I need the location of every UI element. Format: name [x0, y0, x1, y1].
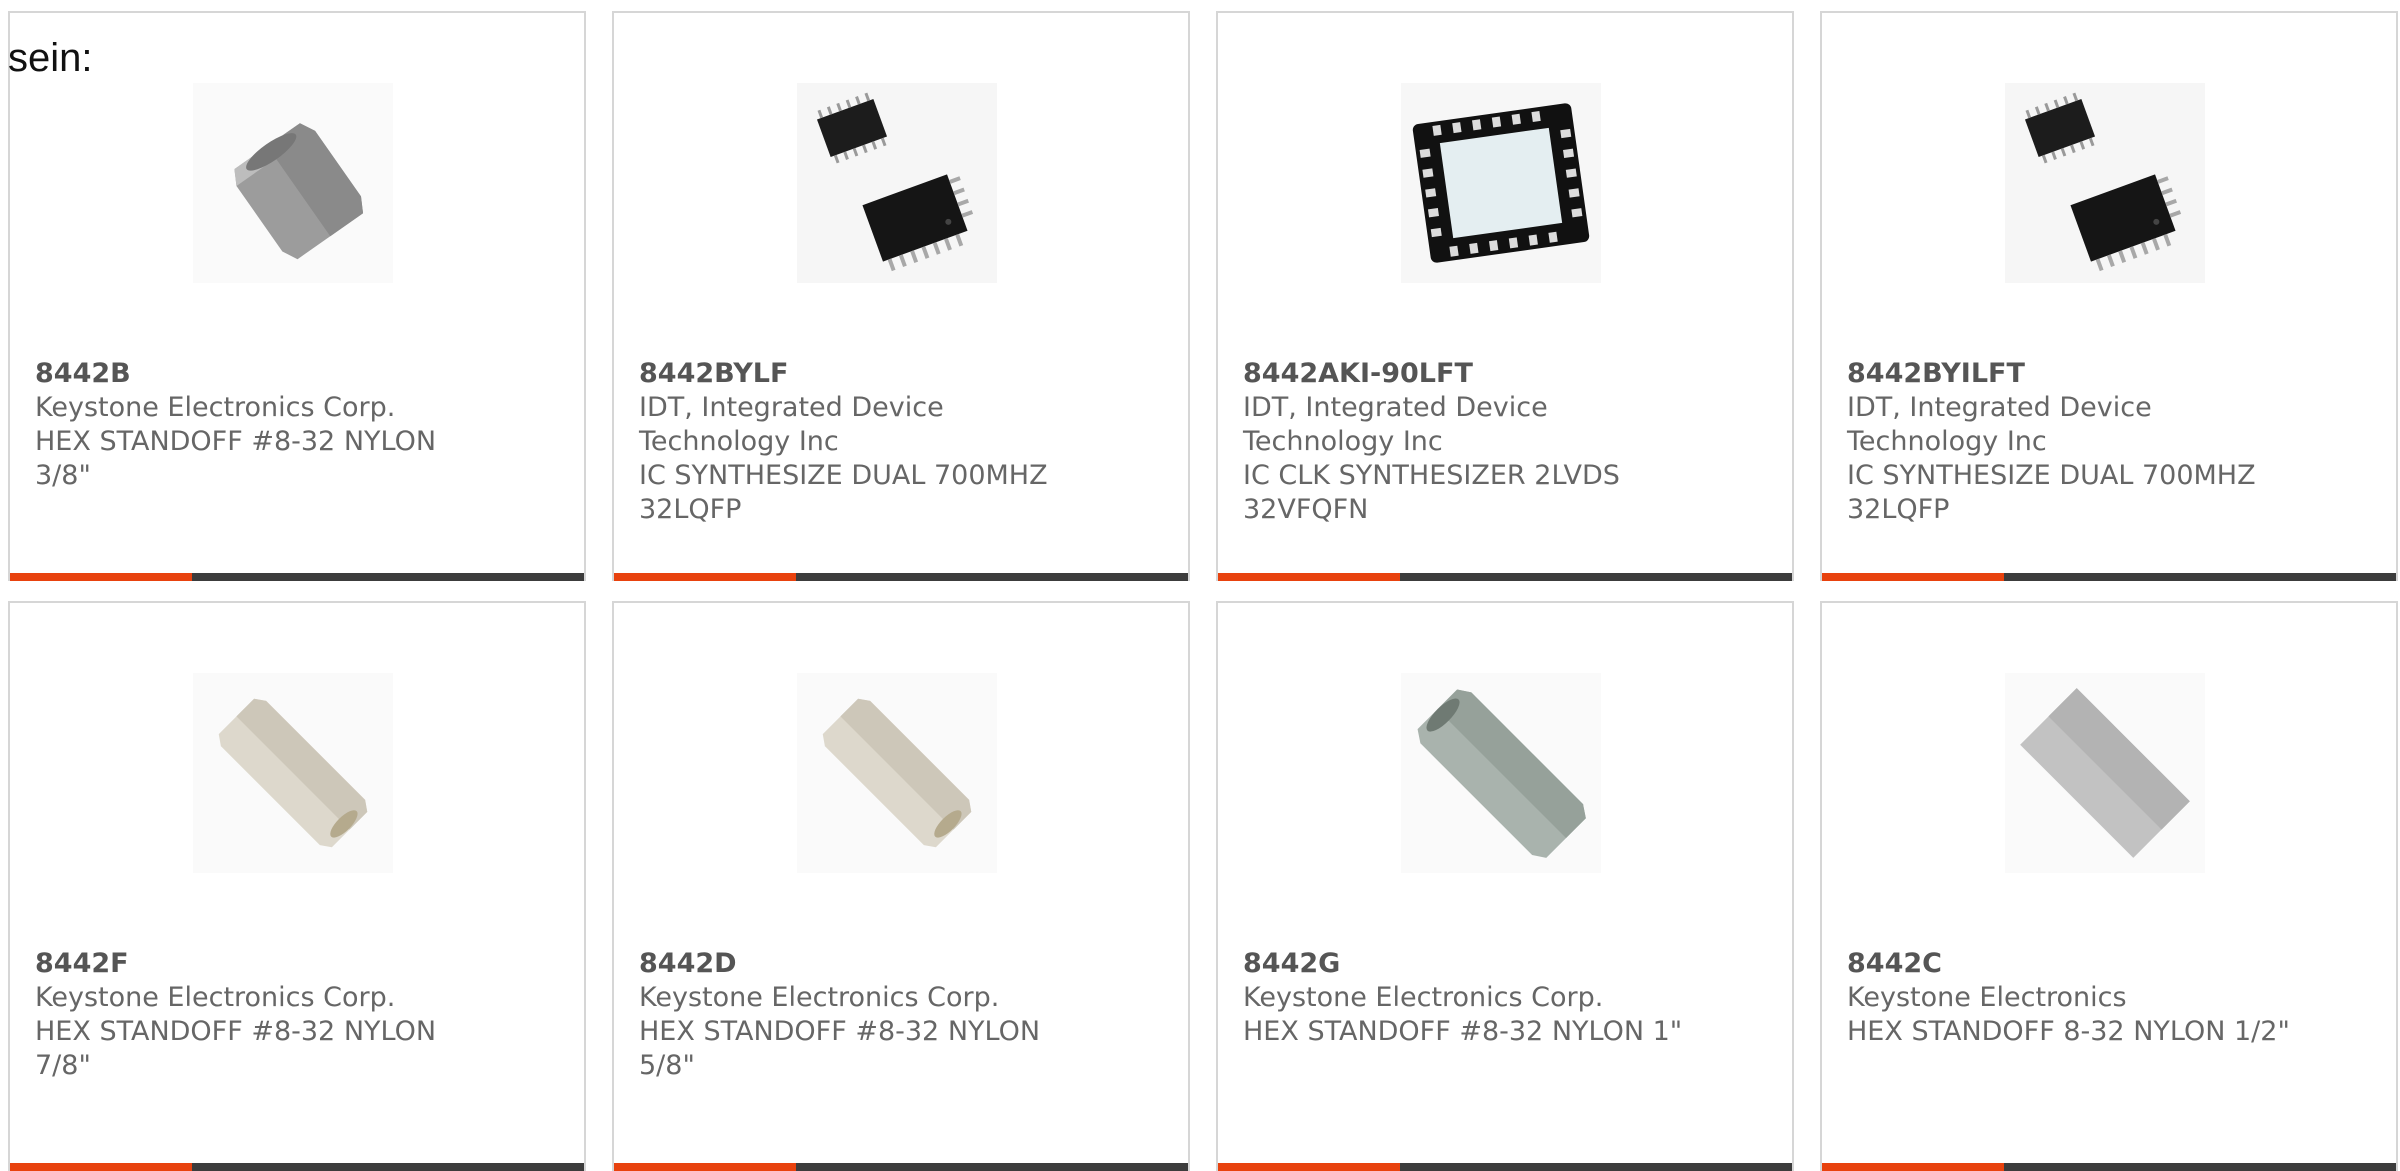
product-description-line: 3/8" — [35, 460, 91, 491]
bar-accent-segment — [10, 1163, 192, 1171]
manufacturer-name: IDT, Integrated Device — [639, 392, 944, 423]
manufacturer-name: Keystone Electronics Corp. — [639, 982, 1000, 1013]
product-description-line: HEX STANDOFF #8-32 NYLON 1" — [1243, 1016, 1683, 1047]
card-footer-bar — [1822, 1163, 2396, 1171]
product-description-line: HEX STANDOFF 8-32 NYLON 1/2" — [1847, 1016, 2290, 1047]
manufacturer-name: Keystone Electronics — [1847, 982, 2127, 1013]
part-number-link[interactable]: 8442B — [35, 357, 535, 391]
card-footer-bar — [10, 573, 584, 581]
white-hex-standoff-icon[interactable] — [797, 673, 997, 873]
bar-dark-segment — [2004, 573, 2396, 581]
bar-dark-segment — [192, 1163, 584, 1171]
bar-accent-segment — [1822, 573, 2004, 581]
gray-hex-standoff-short-icon[interactable] — [193, 83, 393, 283]
part-number-link[interactable]: 8442F — [35, 947, 535, 981]
product-description-line: Technology Inc — [1243, 426, 1443, 457]
card-footer-bar — [614, 573, 1188, 581]
product-description-line: 32LQFP — [1847, 494, 1950, 525]
product-description-line: 5/8" — [639, 1050, 695, 1081]
manufacturer-name: Keystone Electronics Corp. — [1243, 982, 1604, 1013]
product-description-line: HEX STANDOFF #8-32 NYLON — [35, 426, 437, 457]
product-card[interactable]: 8442AKI-90LFT IDT, Integrated Device Techn… — [1216, 11, 1794, 581]
bar-accent-segment — [1218, 573, 1400, 581]
bar-accent-segment — [1218, 1163, 1400, 1171]
card-footer-bar — [614, 1163, 1188, 1171]
product-card[interactable]: 8442BYILFT IDT, Integrated Device Technolo… — [1820, 11, 2398, 581]
product-info: 8442BYILFT IDT, Integrated Device Technolo… — [1847, 357, 2347, 527]
part-number-link[interactable]: 8442D — [639, 947, 1139, 981]
vfqfn-chip-icon[interactable] — [1401, 83, 1601, 283]
product-description-line: 7/8" — [35, 1050, 91, 1081]
product-info: 8442AKI-90LFT IDT, Integrated Device Techn… — [1243, 357, 1743, 527]
bar-dark-segment — [1400, 1163, 1792, 1171]
product-card[interactable]: 8442D Keystone Electronics Corp. HEX STAND… — [612, 601, 1190, 1171]
part-number-link[interactable]: 8442AKI-90LFT — [1243, 357, 1743, 391]
product-info: 8442G Keystone Electronics Corp. HEX STAND… — [1243, 947, 1743, 1049]
bar-accent-segment — [1822, 1163, 2004, 1171]
product-description-line: HEX STANDOFF #8-32 NYLON — [35, 1016, 437, 1047]
product-info: 8442D Keystone Electronics Corp. HEX STAND… — [639, 947, 1139, 1083]
product-info: 8442BYLF IDT, Integrated Device Technology… — [639, 357, 1139, 527]
bar-accent-segment — [10, 573, 192, 581]
lqfp-chip-pair-icon[interactable] — [2005, 83, 2205, 283]
product-description-line: IC SYNTHESIZE DUAL 700MHZ — [1847, 460, 2256, 491]
product-card[interactable]: 8442F Keystone Electronics Corp. HEX STAND… — [8, 601, 586, 1171]
product-card[interactable]: 8442B Keystone Electronics Corp. HEX STAND… — [8, 11, 586, 581]
product-info: 8442B Keystone Electronics Corp. HEX STAND… — [35, 357, 535, 493]
bar-dark-segment — [1400, 573, 1792, 581]
product-info: 8442C Keystone Electronics HEX STANDOFF 8-… — [1847, 947, 2347, 1049]
card-footer-bar — [1218, 1163, 1792, 1171]
product-card[interactable]: 8442G Keystone Electronics Corp. HEX STAND… — [1216, 601, 1794, 1171]
manufacturer-name: Keystone Electronics Corp. — [35, 392, 396, 423]
product-description-line: Technology Inc — [639, 426, 839, 457]
part-number-link[interactable]: 8442BYILFT — [1847, 357, 2347, 391]
product-description-line: Technology Inc — [1847, 426, 2047, 457]
bar-accent-segment — [614, 573, 796, 581]
bar-accent-segment — [614, 1163, 796, 1171]
product-description-line: 32VFQFN — [1243, 494, 1369, 525]
bar-dark-segment — [796, 573, 1188, 581]
card-footer-bar — [1218, 573, 1792, 581]
manufacturer-name: IDT, Integrated Device — [1243, 392, 1548, 423]
manufacturer-name: Keystone Electronics Corp. — [35, 982, 396, 1013]
product-card[interactable]: 8442BYLF IDT, Integrated Device Technology… — [612, 11, 1190, 581]
product-card[interactable]: 8442C Keystone Electronics HEX STANDOFF 8-… — [1820, 601, 2398, 1171]
intro-text: sein: — [8, 36, 93, 80]
part-number-link[interactable]: 8442G — [1243, 947, 1743, 981]
part-number-link[interactable]: 8442BYLF — [639, 357, 1139, 391]
product-description-line: 32LQFP — [639, 494, 742, 525]
product-description-line: HEX STANDOFF #8-32 NYLON — [639, 1016, 1041, 1047]
white-hex-standoff-icon[interactable] — [193, 673, 393, 873]
gray-hex-standoff-block-icon[interactable] — [2005, 673, 2205, 873]
product-description-line: IC CLK SYNTHESIZER 2LVDS — [1243, 460, 1620, 491]
product-info: 8442F Keystone Electronics Corp. HEX STAND… — [35, 947, 535, 1083]
bar-dark-segment — [2004, 1163, 2396, 1171]
lqfp-chip-pair-icon[interactable] — [797, 83, 997, 283]
gray-green-hex-standoff-icon[interactable] — [1401, 673, 1601, 873]
card-footer-bar — [1822, 573, 2396, 581]
bar-dark-segment — [192, 573, 584, 581]
product-description-line: IC SYNTHESIZE DUAL 700MHZ — [639, 460, 1048, 491]
card-footer-bar — [10, 1163, 584, 1171]
bar-dark-segment — [796, 1163, 1188, 1171]
part-number-link[interactable]: 8442C — [1847, 947, 2347, 981]
manufacturer-name: IDT, Integrated Device — [1847, 392, 2152, 423]
product-grid: 8442B Keystone Electronics Corp. HEX STAND… — [8, 11, 2398, 1171]
